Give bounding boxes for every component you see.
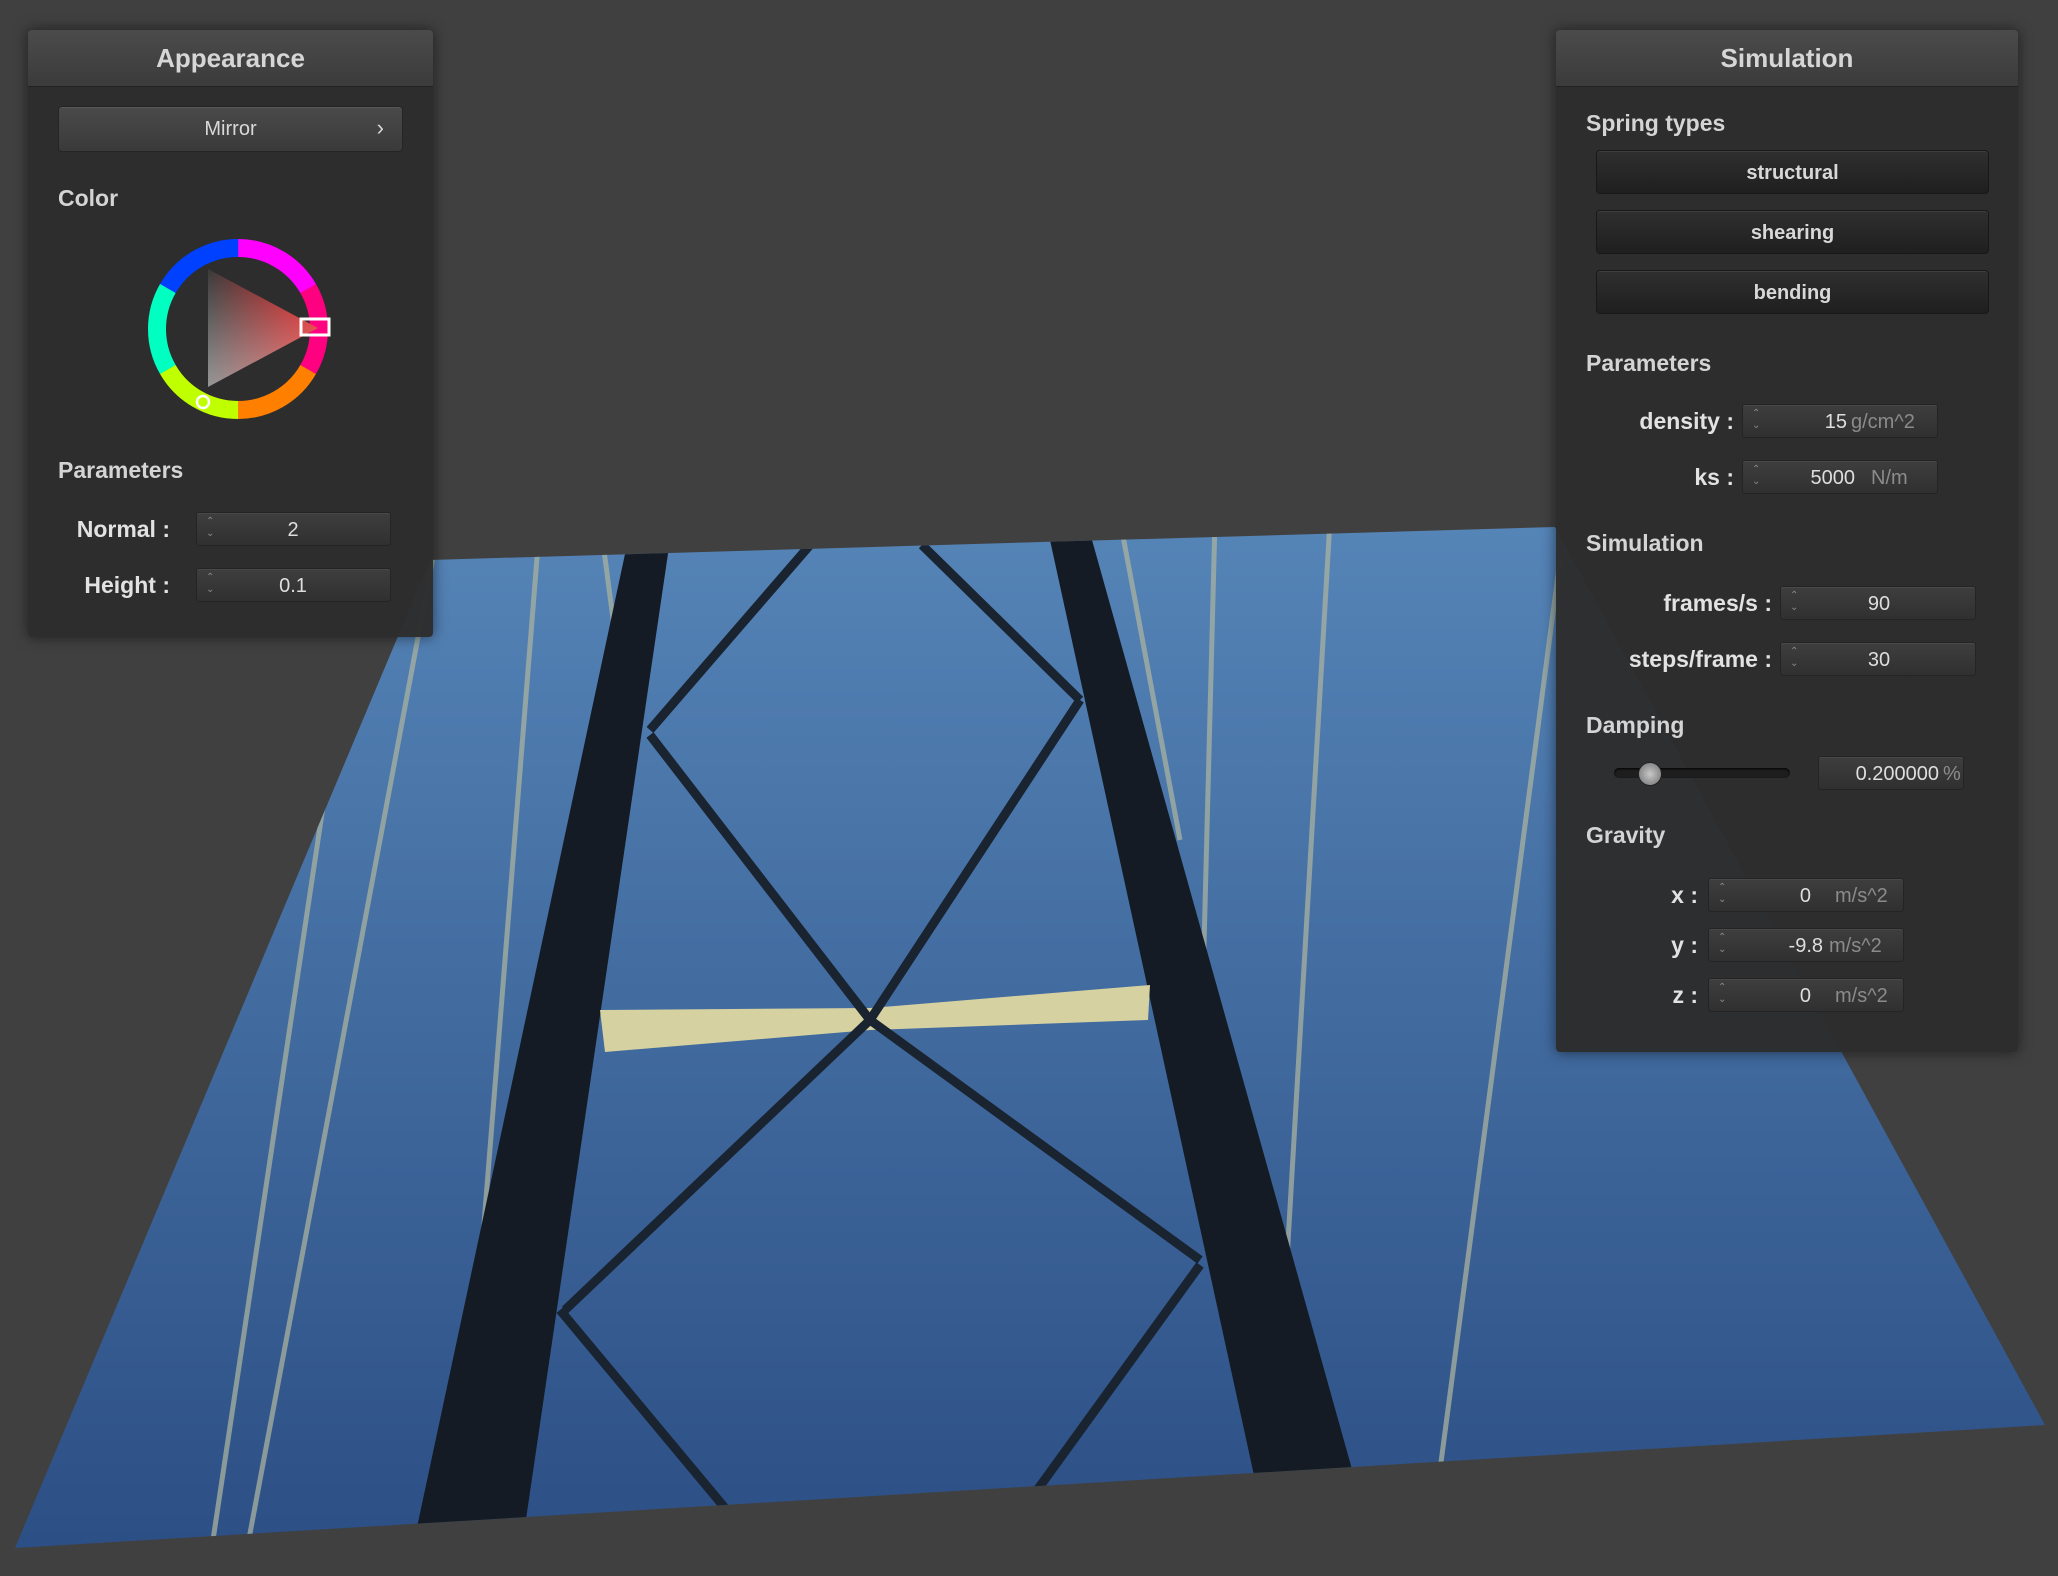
steps-per-frame-value: 30 [1867, 649, 1891, 671]
appearance-panel-title: Appearance [28, 30, 433, 87]
spin-arrows-icon[interactable]: ⌃ ⌄ [206, 572, 214, 596]
spin-arrows-icon[interactable]: ⌃ ⌄ [1752, 408, 1760, 432]
frames-per-second-value: 90 [1867, 593, 1891, 615]
spin-arrows-icon[interactable]: ⌃ ⌄ [206, 516, 214, 540]
gravity-z-unit: m/s^2 [1835, 985, 1888, 1007]
steps-per-frame-label: steps/frame : [1628, 646, 1772, 672]
shader-select-label: Mirror [204, 118, 257, 140]
normal-value: 2 [287, 519, 299, 541]
gravity-z-value: 0 [1799, 985, 1811, 1007]
ks-value: 5000 [1810, 467, 1856, 489]
spin-arrows-icon[interactable]: ⌃ ⌄ [1790, 646, 1798, 670]
chevron-right-icon: › [376, 115, 384, 140]
ks-unit: N/m [1871, 467, 1908, 489]
damping-title: Damping [1586, 712, 1685, 738]
spin-arrows-icon[interactable]: ⌃ ⌄ [1790, 590, 1798, 614]
height-label: Height : [84, 572, 170, 598]
ks-input[interactable]: ⌃ ⌄ 5000 N/m [1742, 460, 1938, 494]
gravity-z-input[interactable]: ⌃ ⌄ 0 m/s^2 [1708, 978, 1904, 1012]
spring-structural-button[interactable]: structural [1596, 150, 1989, 194]
gravity-x-label: x : [1671, 882, 1698, 908]
appearance-panel: Appearance Mirror › Color Parameters Nor… [28, 30, 433, 637]
frames-per-second-label: frames/s : [1663, 590, 1772, 616]
gravity-y-unit: m/s^2 [1829, 935, 1882, 957]
spin-arrows-icon[interactable]: ⌃ ⌄ [1752, 464, 1760, 488]
simulation-panel: Simulation Spring types structural shear… [1556, 30, 2018, 1052]
gravity-x-value: 0 [1799, 885, 1811, 907]
damping-input[interactable]: 0.200000 % [1818, 756, 1964, 790]
damping-slider[interactable] [1614, 762, 1790, 786]
height-input[interactable]: ⌃ ⌄ 0.1 [196, 568, 391, 602]
gravity-y-input[interactable]: ⌃ ⌄ -9.8 m/s^2 [1708, 928, 1904, 962]
gravity-y-value: -9.8 [1788, 935, 1823, 957]
density-unit: g/cm^2 [1851, 411, 1915, 433]
normal-input[interactable]: ⌃ ⌄ 2 [196, 512, 391, 546]
frames-per-second-input[interactable]: ⌃ ⌄ 90 [1780, 586, 1976, 620]
color-wheel[interactable] [143, 234, 333, 424]
appearance-parameters-title: Parameters [58, 457, 184, 483]
spin-arrows-icon[interactable]: ⌃ ⌄ [1718, 932, 1726, 956]
gravity-title: Gravity [1586, 822, 1666, 848]
gravity-x-input[interactable]: ⌃ ⌄ 0 m/s^2 [1708, 878, 1904, 912]
height-value: 0.1 [279, 575, 307, 597]
gravity-y-label: y : [1671, 932, 1698, 958]
steps-per-frame-input[interactable]: ⌃ ⌄ 30 [1780, 642, 1976, 676]
spin-arrows-icon[interactable]: ⌃ ⌄ [1718, 882, 1726, 906]
spring-shearing-button[interactable]: shearing [1596, 210, 1989, 254]
gravity-z-label: z : [1672, 982, 1698, 1008]
ks-label: ks : [1694, 464, 1734, 490]
density-value: 15 [1824, 411, 1847, 433]
damping-slider-knob[interactable] [1638, 762, 1663, 786]
simulation-parameters-title: Parameters [1586, 350, 1712, 376]
density-input[interactable]: ⌃ ⌄ 15 g/cm^2 [1742, 404, 1938, 438]
damping-unit: % [1943, 763, 1961, 785]
normal-label: Normal : [76, 516, 170, 542]
spin-arrows-icon[interactable]: ⌃ ⌄ [1718, 982, 1726, 1006]
color-section-title: Color [58, 185, 119, 211]
spring-types-title: Spring types [1586, 110, 1726, 136]
damping-value: 0.200000 [1855, 763, 1939, 785]
simulation-section-title: Simulation [1586, 530, 1704, 556]
shader-select-button[interactable]: Mirror › [58, 106, 403, 152]
simulation-panel-title: Simulation [1556, 30, 2018, 87]
spring-bending-button[interactable]: bending [1596, 270, 1989, 314]
density-label: density : [1639, 408, 1734, 434]
gravity-x-unit: m/s^2 [1835, 885, 1888, 907]
